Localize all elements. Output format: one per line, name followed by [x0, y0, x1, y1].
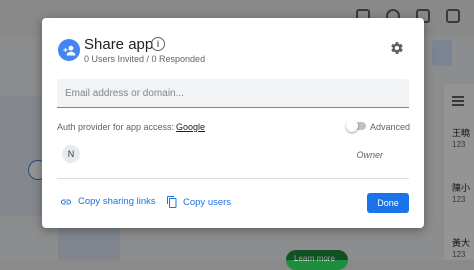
- auth-provider-label: Auth provider for app access:: [57, 122, 175, 132]
- divider: [57, 178, 409, 179]
- done-button[interactable]: Done: [367, 193, 409, 213]
- copy-sharing-links-button[interactable]: Copy sharing links: [60, 196, 156, 207]
- dialog-title: Share app: [84, 36, 154, 53]
- email-field[interactable]: [57, 79, 409, 108]
- copy-icon: [167, 196, 177, 208]
- gear-icon[interactable]: [390, 41, 404, 55]
- info-icon[interactable]: i: [151, 37, 165, 51]
- share-app-dialog: Share app i 0 Users Invited / 0 Responde…: [42, 18, 424, 228]
- invite-status: 0 Users Invited / 0 Responded: [84, 54, 206, 64]
- email-input[interactable]: [57, 79, 409, 107]
- copy-users-button[interactable]: Copy users: [167, 196, 231, 208]
- copy-sharing-links-label: Copy sharing links: [78, 196, 156, 207]
- user-role: Owner: [356, 150, 383, 160]
- copy-users-label: Copy users: [183, 196, 232, 208]
- add-person-icon: [58, 39, 80, 61]
- advanced-toggle[interactable]: [346, 120, 366, 132]
- auth-provider-link[interactable]: Google: [176, 122, 205, 132]
- advanced-label: Advanced: [370, 122, 411, 132]
- toggle-knob: [346, 120, 358, 132]
- user-row: N Owner: [57, 144, 409, 172]
- avatar: N: [62, 145, 80, 163]
- link-icon: [61, 199, 71, 204]
